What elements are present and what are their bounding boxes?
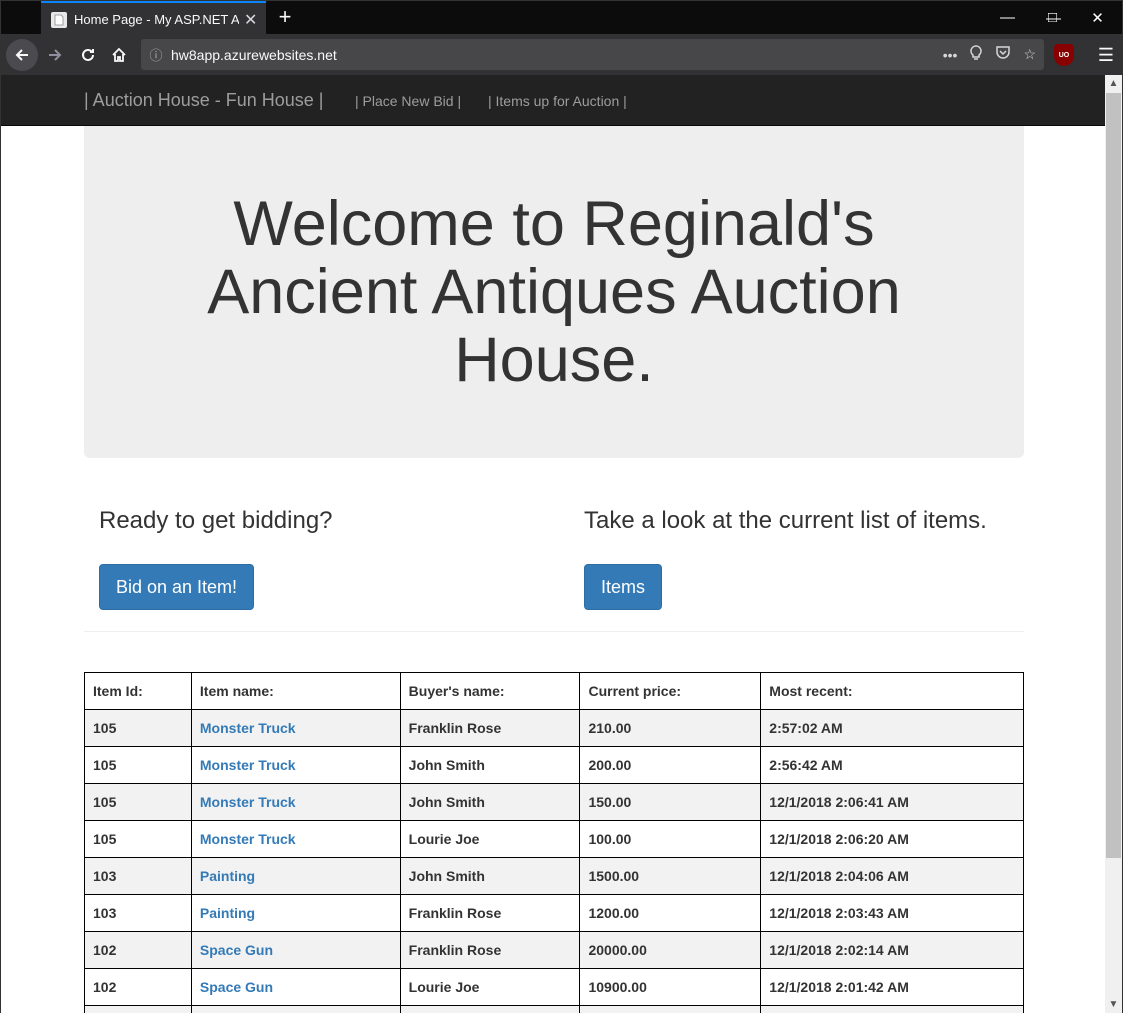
cell-item-id: 105 <box>84 746 192 784</box>
tab-title: Home Page - My ASP.NET App <box>74 12 239 27</box>
reload-icon[interactable] <box>72 39 104 71</box>
scroll-up-icon[interactable]: ▲ <box>1105 75 1122 92</box>
cell-recent: 12/1/2018 2:06:41 AM <box>760 783 1024 821</box>
pocket-icon[interactable] <box>995 46 1011 63</box>
bids-table: Item Id: Item name: Buyer's name: Curren… <box>84 672 1024 1013</box>
items-panel: Take a look at the current list of items… <box>584 507 1024 610</box>
cell-buyer: John Smith <box>399 857 581 895</box>
nav-items-up-for-auction[interactable]: | Items up for Auction | <box>488 93 627 109</box>
info-icon[interactable]: ⓘ <box>141 45 171 64</box>
cell-item-id: 102 <box>84 968 192 1006</box>
page-actions-icon[interactable]: ••• <box>943 47 958 63</box>
address-bar[interactable]: ⓘ hw8app.azurewebsites.net ••• ☆ <box>141 39 1044 70</box>
cell-item-id: 105 <box>84 783 192 821</box>
cell-price: 100.00 <box>579 820 762 858</box>
table-row: 105 Monster Truck Lourie Joe 100.00 12/1… <box>84 820 1024 858</box>
cell-buyer: Franklin Rose <box>399 709 581 747</box>
items-panel-heading: Take a look at the current list of items… <box>584 507 987 534</box>
cell-item-id: 102 <box>84 931 192 969</box>
cell-buyer: Franklin Rose <box>399 931 581 969</box>
cell-recent: 12/1/2018 2:02:14 AM <box>760 931 1024 969</box>
bid-on-item-button[interactable]: Bid on an Item! <box>99 564 254 610</box>
maximize-button[interactable]: □ <box>1030 0 1075 35</box>
item-name-link[interactable]: Painting <box>200 868 255 884</box>
cell-price: 10900.00 <box>579 968 762 1006</box>
nav-place-new-bid[interactable]: | Place New Bid | <box>355 93 461 109</box>
cell-recent: 12/1/2018 2:03:43 AM <box>760 894 1024 932</box>
page-viewport: | Auction House - Fun House | | Place Ne… <box>0 75 1105 1013</box>
item-name-link[interactable]: Monster Truck <box>200 831 296 847</box>
item-name-link[interactable]: Monster Truck <box>200 757 296 773</box>
cell-buyer: John Smith <box>399 783 581 821</box>
ublock-icon[interactable]: UO <box>1054 44 1074 66</box>
cell-recent: 2:57:02 AM <box>760 709 1024 747</box>
col-header-most-recent: Most recent: <box>760 672 1024 710</box>
vertical-scrollbar[interactable]: ▲ ▼ <box>1105 75 1123 1013</box>
cell-price: 210.00 <box>579 709 762 747</box>
item-name-link[interactable]: Space Gun <box>200 979 273 995</box>
back-arrow-icon[interactable] <box>6 39 38 71</box>
site-navbar: | Auction House - Fun House | | Place Ne… <box>1 75 1105 126</box>
table-row: 102 Space Gun Franklin Rose 20000.00 12/… <box>84 931 1024 969</box>
col-header-item-id: Item Id: <box>84 672 192 710</box>
cell-item-id: 103 <box>84 857 192 895</box>
cell-price: 1200.00 <box>579 894 762 932</box>
item-name-link[interactable]: Space Gun <box>200 942 273 958</box>
table-row: 103 Painting Franklin Rose 1200.00 12/1/… <box>84 894 1024 932</box>
minimize-button[interactable]: — <box>985 0 1030 35</box>
divider <box>84 631 1024 632</box>
cell-buyer: John Smith <box>399 746 581 784</box>
browser-toolbar: ⓘ hw8app.azurewebsites.net ••• ☆ UO ☰ <box>0 35 1123 75</box>
col-header-buyer-name: Buyer's name: <box>399 672 581 710</box>
browser-tab[interactable]: Home Page - My ASP.NET App ✕ <box>41 1 266 36</box>
table-header-row: Item Id: Item name: Buyer's name: Curren… <box>84 672 1024 710</box>
col-header-item-name: Item name: <box>190 672 401 710</box>
item-name-link[interactable]: Monster Truck <box>200 720 296 736</box>
scroll-down-icon[interactable]: ▼ <box>1105 996 1122 1013</box>
cell-price: 20000.00 <box>579 931 762 969</box>
cell-item-id: 105 <box>84 820 192 858</box>
col-header-current-price: Current price: <box>579 672 762 710</box>
cell-price: 1500.00 <box>579 857 762 895</box>
hero-heading: Welcome to Reginald's Ancient Antiques A… <box>207 189 901 395</box>
cell-price: 200.00 <box>579 746 762 784</box>
cell-recent: 12/1/2018 2:01:42 AM <box>760 968 1024 1006</box>
table-row: 103 Painting John Smith 1500.00 12/1/201… <box>84 857 1024 895</box>
cell-buyer: Lourie Joe <box>399 968 581 1006</box>
cell-recent: 12/1/2018 2:06:20 AM <box>760 820 1024 858</box>
site-brand-link[interactable]: | Auction House - Fun House | <box>84 90 323 111</box>
item-name-link[interactable]: Painting <box>200 905 255 921</box>
table-row: 105 Monster Truck John Smith 200.00 2:56… <box>84 746 1024 784</box>
hamburger-menu-icon[interactable]: ☰ <box>1091 39 1121 71</box>
cell-buyer: Lourie Joe <box>399 820 581 858</box>
cell-recent: 2:56:42 AM <box>760 746 1024 784</box>
bid-panel-heading: Ready to get bidding? <box>99 507 333 534</box>
browser-tab-bar: Home Page - My ASP.NET App ✕ + — <box>0 0 1123 36</box>
close-tab-icon[interactable]: ✕ <box>244 10 257 30</box>
cell-buyer: Franklin Rose <box>399 894 581 932</box>
page-icon <box>51 11 67 28</box>
forward-arrow-icon[interactable] <box>39 39 71 71</box>
items-button[interactable]: Items <box>584 564 662 610</box>
lightbulb-icon[interactable] <box>969 45 983 64</box>
cell-item-id: 105 <box>84 709 192 747</box>
cell-item-id: 103 <box>84 894 192 932</box>
item-name-link[interactable]: Monster Truck <box>200 794 296 810</box>
bid-panel: Ready to get bidding? Bid on an Item! <box>99 507 539 610</box>
new-tab-icon[interactable]: + <box>273 5 297 29</box>
cell-price: 150.00 <box>579 783 762 821</box>
scrollbar-thumb[interactable] <box>1106 93 1121 858</box>
table-row <box>84 1005 1024 1013</box>
home-icon[interactable] <box>103 39 135 71</box>
close-window-button[interactable]: ✕ <box>1075 0 1120 35</box>
table-row: 105 Monster Truck Franklin Rose 210.00 2… <box>84 709 1024 747</box>
table-row: 102 Space Gun Lourie Joe 10900.00 12/1/2… <box>84 968 1024 1006</box>
url-text: hw8app.azurewebsites.net <box>171 46 337 63</box>
table-row: 105 Monster Truck John Smith 150.00 12/1… <box>84 783 1024 821</box>
cell-recent: 12/1/2018 2:04:06 AM <box>760 857 1024 895</box>
hero-banner: Welcome to Reginald's Ancient Antiques A… <box>84 126 1024 458</box>
bookmark-star-icon[interactable]: ☆ <box>1023 46 1036 63</box>
